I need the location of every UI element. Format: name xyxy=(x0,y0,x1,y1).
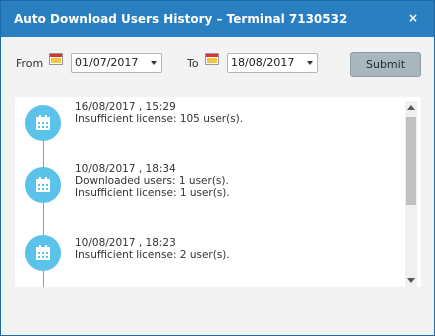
close-icon[interactable]: × xyxy=(407,11,419,25)
from-date-select[interactable]: 01/07/2017 xyxy=(71,53,162,73)
history-scrollbar[interactable] xyxy=(405,101,417,287)
calendar-badge-icon xyxy=(25,235,61,271)
to-date-select[interactable]: 18/08/2017 xyxy=(227,53,318,73)
calendar-icon[interactable] xyxy=(205,53,219,65)
history-line: Insufficient license: 105 user(s). xyxy=(75,113,244,125)
history-line: Insufficient license: 1 user(s). xyxy=(75,187,230,199)
to-date-value: 18/08/2017 xyxy=(231,56,295,69)
dialog-titlebar: Auto Download Users History – Terminal 7… xyxy=(1,1,434,37)
history-entry-text: 16/08/2017 , 15:29 Insufficient license:… xyxy=(75,101,395,125)
from-label: From xyxy=(16,57,44,70)
history-line: Downloaded users: 1 user(s). xyxy=(75,175,229,187)
history-timestamp: 16/08/2017 , 15:29 xyxy=(75,101,176,113)
chevron-down-icon xyxy=(307,61,313,65)
history-timestamp: 10/08/2017 , 18:23 xyxy=(75,237,176,249)
calendar-badge-icon xyxy=(25,167,61,203)
submit-button[interactable]: Submit xyxy=(350,52,421,77)
history-line: Insufficient license: 2 user(s). xyxy=(75,249,230,261)
dialog-title: Auto Download Users History – Terminal 7… xyxy=(14,12,348,26)
chevron-down-icon xyxy=(151,61,157,65)
history-timestamp: 10/08/2017 , 18:34 xyxy=(75,163,176,175)
scroll-down-icon[interactable] xyxy=(407,278,415,283)
calendar-badge-icon xyxy=(25,105,61,141)
history-entry-text: 10/08/2017 , 18:34 Downloaded users: 1 u… xyxy=(75,163,395,199)
from-date-value: 01/07/2017 xyxy=(75,56,139,69)
history-entry-text: 10/08/2017 , 18:23 Insufficient license:… xyxy=(75,237,395,261)
calendar-icon[interactable] xyxy=(49,53,63,65)
scroll-up-icon[interactable] xyxy=(407,105,415,110)
auto-download-history-dialog: Auto Download Users History – Terminal 7… xyxy=(0,0,435,336)
to-label: To xyxy=(187,57,199,70)
scrollbar-thumb[interactable] xyxy=(406,117,416,205)
history-timeline: 16/08/2017 , 15:29 Insufficient license:… xyxy=(15,97,421,287)
